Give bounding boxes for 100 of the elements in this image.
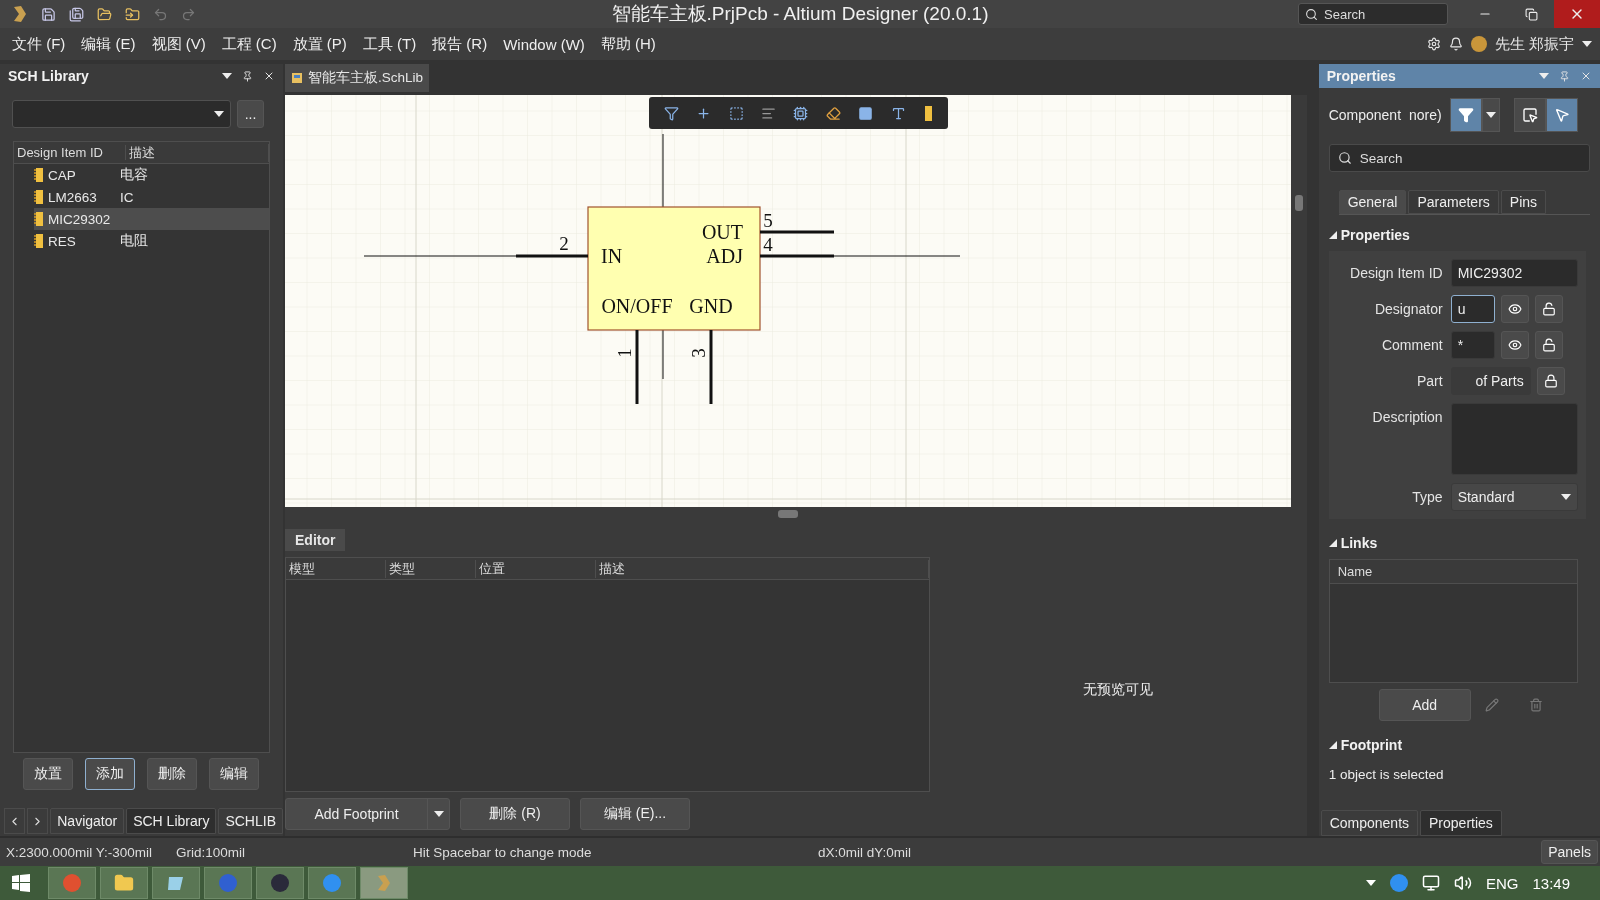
library-row[interactable]: LM2663 IC: [34, 186, 269, 208]
caret-icon: [1582, 41, 1592, 47]
rectangle-icon[interactable]: [858, 105, 874, 121]
library-row[interactable]: CAP 电容: [34, 164, 269, 186]
close-icon[interactable]: [263, 70, 275, 82]
library-row[interactable]: RES 电阻: [34, 230, 269, 252]
column-header[interactable]: 模型: [286, 559, 386, 578]
visibility-button[interactable]: [1500, 331, 1529, 359]
search-field[interactable]: Search: [1328, 144, 1590, 172]
browse-button[interactable]: ...: [237, 100, 264, 128]
collapse-triangle-icon[interactable]: [1328, 539, 1337, 547]
pin-label: IN: [601, 245, 623, 267]
inspector-tab[interactable]: General: [1338, 190, 1407, 214]
clock[interactable]: 13:49: [1532, 874, 1570, 892]
menu-item[interactable]: 文件 (F): [4, 34, 74, 54]
save-all-icon[interactable]: [68, 6, 84, 22]
document-tab[interactable]: 智能车主板.SchLib: [285, 64, 430, 92]
search-field[interactable]: Search: [1298, 3, 1448, 25]
panel-tab[interactable]: SCHLIB: [218, 808, 283, 834]
delete-button[interactable]: 删除 (R): [460, 798, 570, 830]
library-row[interactable]: MIC29302: [34, 208, 269, 230]
part-field[interactable]: of Parts: [1450, 367, 1531, 395]
panels-button[interactable]: Panels: [1541, 840, 1598, 864]
panel-tab[interactable]: Navigator: [50, 808, 125, 834]
menu-item[interactable]: Window (W): [495, 35, 593, 53]
section-header[interactable]: Links: [1328, 535, 1600, 551]
text-field[interactable]: *: [1450, 331, 1495, 359]
edit-button[interactable]: 编辑 (E)...: [580, 798, 690, 830]
panel-tab[interactable]: Components: [1320, 810, 1419, 836]
windows-start-icon[interactable]: [12, 874, 30, 892]
speaker-icon[interactable]: [1453, 874, 1472, 892]
inspector-tab[interactable]: Pins: [1500, 190, 1547, 214]
preview-message: 无预览可见: [1083, 680, 1154, 699]
panel-tab[interactable]: SCH Library: [126, 808, 217, 834]
caret-icon: [1561, 494, 1571, 500]
menu-item[interactable]: 工程 (C): [213, 34, 285, 54]
menu-item[interactable]: 工具 (T): [354, 34, 425, 54]
lock-button[interactable]: [1534, 331, 1563, 359]
filter-icon[interactable]: [663, 105, 679, 121]
menu-item[interactable]: 编辑 (E): [73, 34, 144, 54]
column-header[interactable]: Design Item ID: [14, 145, 126, 160]
visibility-button[interactable]: [1500, 295, 1529, 323]
component-icon[interactable]: [923, 105, 934, 121]
user-name[interactable]: 先生 郑振宇: [1494, 34, 1574, 54]
text-field[interactable]: MIC29302: [1450, 259, 1578, 287]
app-taskbar-icon[interactable]: [152, 867, 200, 899]
menu-item[interactable]: 放置 (P): [284, 34, 355, 54]
previous-button[interactable]: [4, 808, 26, 834]
menu-item[interactable]: 视图 (V): [143, 34, 214, 54]
collapse-triangle-icon[interactable]: [1328, 741, 1337, 749]
add-button[interactable]: Add: [1378, 689, 1471, 721]
scrollbar-thumb[interactable]: [1294, 195, 1303, 211]
app-icon: [270, 873, 290, 893]
section-header[interactable]: Footprint: [1328, 737, 1600, 753]
menu-item[interactable]: 帮助 (H): [592, 34, 664, 54]
action-button[interactable]: 放置: [23, 758, 73, 790]
pin-label: ADJ: [706, 245, 743, 267]
filter-button[interactable]: [1449, 98, 1482, 132]
edit-icon[interactable]: [1484, 698, 1499, 712]
select-button[interactable]: [1513, 98, 1546, 132]
action-button[interactable]: 编辑: [209, 758, 259, 790]
text-field[interactable]: u: [1450, 295, 1495, 323]
panel-tab[interactable]: Properties: [1420, 810, 1502, 836]
lock-button[interactable]: [1534, 295, 1563, 323]
bell-icon[interactable]: [1448, 37, 1463, 51]
add-footprint-button[interactable]: Add Footprint: [285, 798, 450, 830]
folder-taskbar-icon[interactable]: [100, 867, 148, 899]
action-button[interactable]: 删除: [147, 758, 197, 790]
document-icon: [291, 72, 303, 84]
next-button[interactable]: [27, 808, 49, 834]
column-header[interactable]: 描述: [596, 559, 929, 578]
eraser-icon[interactable]: [825, 105, 841, 121]
save-icon[interactable]: [40, 6, 56, 22]
column-header[interactable]: 描述: [126, 143, 269, 162]
avatar: [1470, 36, 1487, 52]
action-button[interactable]: 添加: [85, 758, 135, 790]
plus-icon[interactable]: [696, 105, 712, 121]
inspector-tab[interactable]: Parameters: [1408, 190, 1499, 214]
network-icon[interactable]: [1421, 874, 1440, 892]
input-language[interactable]: ENG: [1485, 874, 1519, 892]
panel-tab[interactable]: Editor: [285, 529, 346, 551]
section-header[interactable]: Properties: [1328, 227, 1600, 243]
select-icon[interactable]: [728, 105, 744, 121]
align-icon[interactable]: [761, 105, 777, 121]
column-header[interactable]: 类型: [386, 559, 476, 578]
type-dropdown[interactable]: Standard: [1450, 483, 1578, 511]
settings-icon[interactable]: [1426, 37, 1441, 51]
menu-item[interactable]: 报告 (R): [424, 34, 496, 54]
pin-number: 4: [763, 234, 773, 255]
text-icon[interactable]: [890, 105, 906, 121]
app-taskbar-icon[interactable]: [256, 867, 304, 899]
select-button[interactable]: [1545, 98, 1578, 132]
collapse-triangle-icon[interactable]: [1328, 231, 1337, 239]
field-label: Comment: [1380, 336, 1443, 353]
lock-button[interactable]: [1536, 367, 1565, 395]
column-header[interactable]: 位置: [476, 559, 596, 578]
delete-icon[interactable]: [1528, 698, 1543, 712]
scrollbar-thumb[interactable]: [777, 510, 798, 518]
folder-icon[interactable]: [96, 6, 112, 22]
folder-icon[interactable]: [124, 6, 140, 22]
